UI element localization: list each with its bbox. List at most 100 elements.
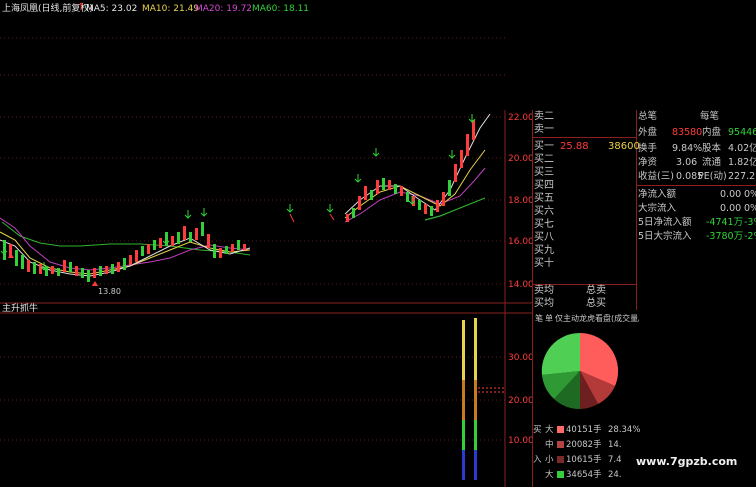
- sell-1-row: 卖一: [534, 124, 636, 136]
- stats-panel: 总笔 每笔 外盘 83580 内盘 95446 换手 9.84% 股本 4.02…: [636, 111, 756, 251]
- avg-buy-row: 买均 总买: [534, 298, 636, 310]
- price-tick-1: 22.00: [508, 113, 534, 123]
- total-trades-label: 总笔: [638, 111, 658, 122]
- indicator-bars: [462, 318, 504, 480]
- price-tick-5: 14.00: [508, 280, 534, 290]
- buy-3-row: 买三: [534, 167, 636, 179]
- big-order-2-swatch: [557, 441, 564, 448]
- buy-side-label: 买: [533, 425, 542, 435]
- buy-5-label: 买五: [534, 193, 554, 204]
- huanshou-value: 9.84%: [672, 143, 703, 154]
- flow-2-pct: 0%: [744, 203, 756, 214]
- buy-10-row: 买十: [534, 258, 636, 270]
- buy-2-label: 买二: [534, 154, 554, 165]
- big-order-2-pct: 14.: [608, 440, 622, 450]
- flow-4-value: -3780万: [706, 231, 744, 242]
- waipan-label: 外盘: [638, 127, 658, 138]
- buy-8-row: 买八: [534, 232, 636, 244]
- pie-sell-large: [541, 332, 580, 375]
- indicator-tick-1: 30.00: [508, 353, 534, 363]
- jingzi-label: 净资: [638, 157, 658, 168]
- sell-2-row: 卖二: [534, 111, 636, 123]
- per-trade-label: 每笔: [700, 111, 720, 122]
- shouyi-label: 收益(三): [638, 171, 674, 182]
- big-order-row-1: 买 大 40151手 28.34%: [533, 424, 643, 436]
- order-pie-chart: [541, 332, 619, 410]
- buy-1-label: 买一: [534, 141, 554, 152]
- guben-value: 4.02亿: [728, 143, 756, 154]
- liutong-value: 1.82亿: [728, 157, 756, 168]
- guben-label: 股本: [702, 143, 722, 154]
- buy-3-label: 买三: [534, 167, 554, 178]
- avg-sell-row: 卖均 总卖: [534, 285, 636, 297]
- flow-1-value: 0.00: [720, 189, 742, 200]
- indicator-tick-2: 20.00: [508, 396, 534, 406]
- flow-row-2: 大宗流入 0.00 0%: [638, 203, 756, 215]
- kline-chart[interactable]: 13.80: [0, 0, 532, 487]
- price-tick-2: 20.00: [508, 154, 534, 164]
- price-tick-3: 18.00: [508, 196, 534, 206]
- order-book: 卖二 卖一 买一 25.88 38600 买二 买三 买四 买五 买六 买七 买…: [534, 111, 640, 311]
- huanshou-label: 换手: [638, 143, 658, 154]
- flow-row-1: 净流入额 0.00 0%: [638, 189, 756, 201]
- buy-1-row: 买一 25.88 38600: [534, 141, 640, 153]
- big-order-row-2: 中 20082手 14.: [533, 439, 643, 451]
- big-order-3-pct: 7.4: [608, 455, 622, 465]
- flow-row-4: 5日大宗流入 -3780万 -2%: [638, 231, 756, 243]
- tab-active-only[interactable]: 仅主动: [555, 313, 579, 324]
- big-order-3-size: 小: [545, 455, 554, 465]
- flow-2-label: 大宗流入: [638, 203, 677, 214]
- stats-row-shouyi: 收益(三) 0.085 PE(动) 227.2: [638, 171, 756, 183]
- big-order-4-pct: 24.: [608, 470, 622, 480]
- ma60-line: [1, 221, 251, 256]
- flow-4-pct: -2%: [744, 231, 756, 242]
- in-side-label: 入: [533, 455, 542, 465]
- big-order-3-value: 10615手: [566, 455, 602, 465]
- flow-4-label: 5日大宗流入: [638, 231, 692, 242]
- buy-9-row: 买九: [534, 245, 636, 257]
- jingzi-value: 3.06: [676, 157, 698, 168]
- avg-sell-label: 卖均: [534, 285, 554, 296]
- indicator-tick-3: 10.00: [508, 436, 534, 446]
- buy-1-volume: 38600: [608, 141, 640, 152]
- buy-10-label: 买十: [534, 258, 554, 269]
- buy-6-row: 买六: [534, 206, 636, 218]
- analysis-tabs: 笔 单 仅主动 龙虎看盘(成交量/振: [533, 313, 639, 325]
- buy-7-row: 买七: [534, 219, 636, 231]
- neipan-label: 内盘: [702, 127, 722, 138]
- buy-9-label: 买九: [534, 245, 554, 256]
- low-price-label: 13.80: [98, 287, 121, 296]
- tab-dragon-tiger[interactable]: 龙虎看盘(成交量/振: [579, 313, 639, 324]
- price-tick-4: 16.00: [508, 237, 534, 247]
- watermark: www.7gpzb.com: [636, 455, 738, 468]
- big-order-3-swatch: [557, 456, 564, 463]
- candles-left: [3, 222, 246, 282]
- buy-4-label: 买四: [534, 180, 554, 191]
- buy-6-label: 买六: [534, 206, 554, 217]
- buy-5-row: 买五: [534, 193, 636, 205]
- tab-trades[interactable]: 笔: [535, 313, 543, 324]
- waipan-value: 83580: [672, 127, 703, 138]
- tab-orders[interactable]: 单: [545, 313, 553, 324]
- big-order-1-pct: 28.34%: [608, 425, 641, 435]
- big-order-1-swatch: [557, 426, 564, 433]
- avg-buy-label: 买均: [534, 298, 554, 309]
- buy-4-row: 买四: [534, 180, 636, 192]
- price-grid: [0, 37, 505, 441]
- stats-row-jingzi: 净资 3.06 流通 1.82亿: [638, 157, 756, 169]
- flow-1-pct: 0%: [744, 189, 756, 200]
- flow-row-3: 5日净流入额 -4741万 -3%: [638, 217, 756, 229]
- big-order-1-value: 40151手: [566, 425, 602, 435]
- big-orders-list: 买 大 40151手 28.34% 中 20082手 14. 入 小 10615…: [533, 424, 643, 486]
- big-order-4-value: 34654手: [566, 470, 602, 480]
- big-order-4-size: 大: [545, 470, 554, 480]
- sell-1-label: 卖一: [534, 124, 554, 135]
- candles-right: [346, 120, 475, 222]
- neipan-value: 95446: [728, 127, 756, 138]
- buy-8-label: 买八: [534, 232, 554, 243]
- flow-3-value: -4741万: [706, 217, 744, 228]
- big-order-2-value: 20082手: [566, 440, 602, 450]
- flow-3-label: 5日净流入额: [638, 217, 692, 228]
- total-buy-label: 总买: [586, 298, 606, 309]
- big-order-1-size: 大: [545, 425, 554, 435]
